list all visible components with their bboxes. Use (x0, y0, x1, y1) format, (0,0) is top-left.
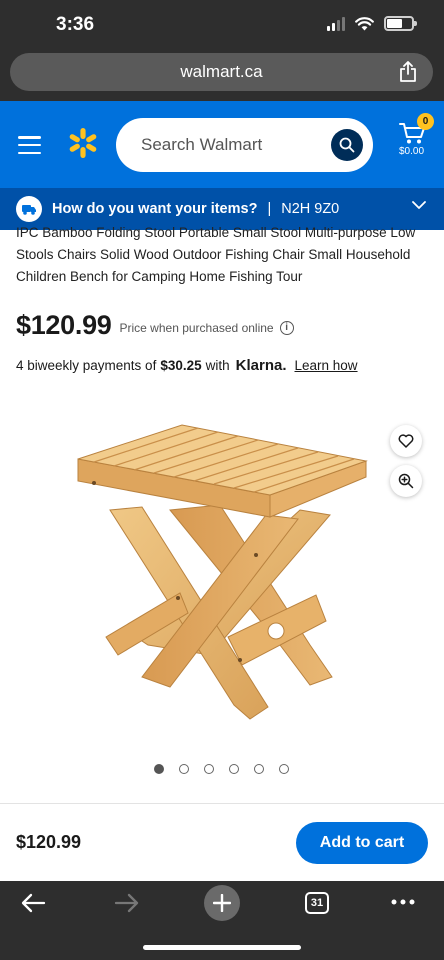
carousel-dots (154, 764, 289, 774)
carousel-dot-3[interactable] (204, 764, 214, 774)
url-text: walmart.ca (180, 62, 263, 81)
carousel-dot-4[interactable] (229, 764, 239, 774)
signal-icon (327, 16, 345, 31)
battery-icon (384, 16, 417, 31)
delivery-separator: | (267, 201, 272, 217)
cart-button[interactable]: 0 $0.00 (396, 113, 436, 167)
klarna-promo: 4 biweekly payments of $30.25 with Klarn… (16, 357, 358, 374)
spark-logo-icon[interactable] (66, 126, 100, 160)
status-time: 3:36 (56, 14, 95, 35)
product-price: $120.99 (16, 310, 112, 340)
cart-total: $0.00 (399, 146, 425, 157)
tab-count: 31 (305, 892, 329, 914)
price-row: $120.99 Price when purchased online i (16, 310, 294, 341)
browser-top-chrome: 3:36 walmart.ca (0, 0, 444, 101)
favorite-button[interactable] (390, 425, 422, 457)
sticky-price: $120.99 (16, 832, 82, 852)
more-icon (391, 899, 415, 905)
carousel-dot-6[interactable] (279, 764, 289, 774)
postal-code: N2H 9Z0 (281, 201, 340, 217)
wifi-icon (355, 16, 374, 30)
back-icon (21, 893, 46, 913)
truck-icon (16, 196, 42, 222)
share-icon[interactable] (399, 61, 417, 83)
search-placeholder: Search Walmart (141, 135, 263, 154)
add-to-cart-button[interactable]: Add to cart (296, 822, 428, 864)
heart-icon (398, 434, 414, 448)
cart-count-badge: 0 (417, 113, 434, 130)
search-input[interactable]: Search Walmart (116, 118, 373, 172)
delivery-question: How do you want your items? (52, 201, 258, 217)
carousel-dot-2[interactable] (179, 764, 189, 774)
learn-how-link[interactable]: Learn how (295, 358, 358, 373)
status-icons (327, 16, 417, 31)
klarna-logo: Klarna. (235, 357, 287, 374)
chevron-down-icon (412, 201, 426, 209)
klarna-amount: $30.25 (160, 358, 202, 373)
product-image[interactable] (70, 415, 375, 730)
new-tab-icon (213, 894, 231, 912)
forward-button[interactable] (112, 889, 142, 917)
site-header: Search Walmart 0 $0.00 (0, 101, 444, 188)
klarna-with: with (205, 358, 230, 373)
search-icon (339, 137, 355, 153)
zoom-in-icon (398, 473, 414, 489)
menu-icon[interactable] (18, 136, 41, 154)
url-bar[interactable]: walmart.ca (10, 53, 433, 91)
home-indicator (143, 945, 301, 950)
forward-icon (114, 893, 139, 913)
search-button[interactable] (331, 129, 363, 161)
back-button[interactable] (18, 889, 48, 917)
zoom-button[interactable] (390, 465, 422, 497)
price-note: Price when purchased online (119, 320, 274, 335)
tabs-button[interactable]: 31 (305, 892, 329, 914)
more-button[interactable] (389, 891, 417, 913)
product-title: IPC Bamboo Folding Stool Portable Small … (16, 225, 416, 284)
info-icon[interactable]: i (279, 320, 294, 335)
klarna-prefix: 4 biweekly payments of (16, 358, 157, 373)
carousel-dot-5[interactable] (254, 764, 264, 774)
browser-toolbar: 31 (0, 881, 444, 960)
new-tab-button[interactable] (204, 885, 240, 921)
sticky-cart-bar: $120.99 Add to cart (0, 803, 444, 881)
carousel-dot-1[interactable] (154, 764, 164, 774)
